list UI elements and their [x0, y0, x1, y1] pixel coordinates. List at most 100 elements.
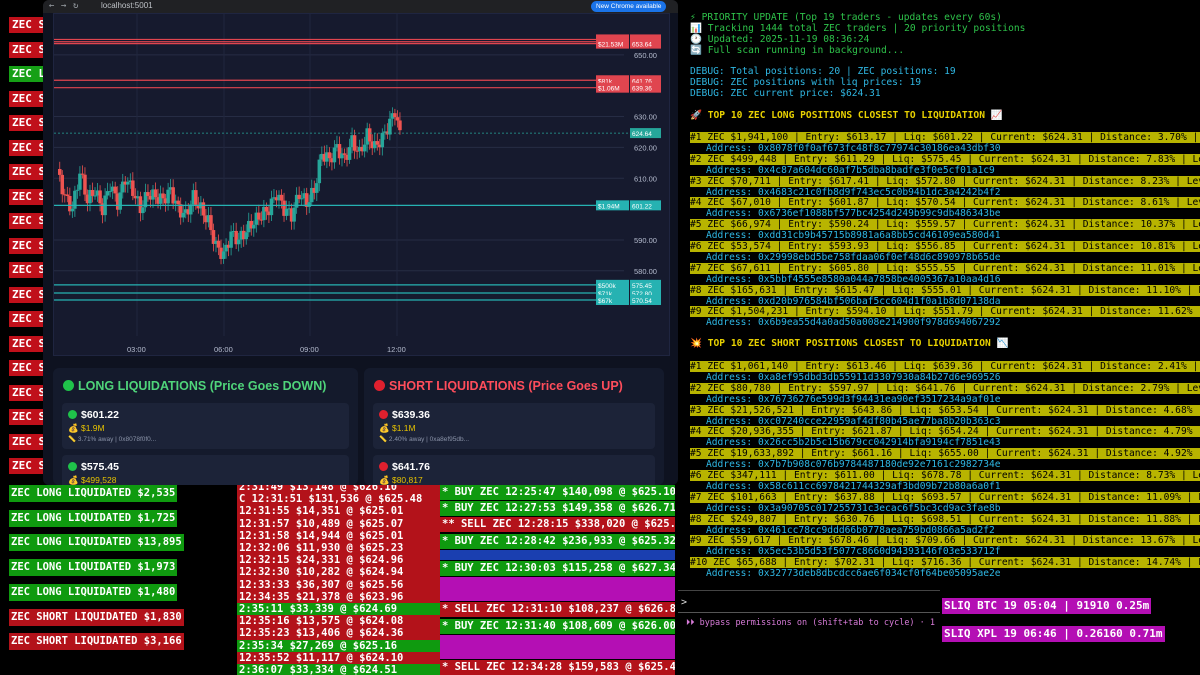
liquidation-strip: ZEC SH ZEC SH ZEC LO ZEC SH ZEC SH ZEC SH ZEC …	[0, 0, 48, 485]
short-position-address: Address: 0xc07240cce22959af4df80b45ae77b…	[706, 415, 1001, 427]
chrome-update-button[interactable]: New Chrome available	[591, 1, 667, 12]
cli-prompt[interactable]: >	[681, 597, 687, 608]
forward-icon[interactable]: →	[61, 0, 66, 13]
candle-body	[269, 198, 274, 216]
long-position-row[interactable]: #5 ZEC $66,974 | Entry: $590.24 | Liq: $…	[690, 219, 1200, 231]
candle-body	[257, 212, 261, 220]
trade-feed-item: 12:35:23 $13,406 @ $624.36	[237, 627, 440, 641]
current-price-label: 624.64	[632, 131, 652, 138]
short-liquidations-panel: SHORT LIQUIDATIONS (Price Goes UP) $639.…	[364, 368, 664, 485]
liq-feed-item: ZEC SHORT LIQUIDATED $1,830	[9, 608, 184, 626]
whale-feed: * BUY ZEC 12:25:47 $140,098 @ $625.10 * B…	[440, 485, 675, 675]
short-position-row[interactable]: #3 ZEC $21,526,521 | Entry: $643.86 | Li…	[690, 404, 1200, 416]
price-tick-label: 630.00	[634, 113, 657, 122]
long-position-row[interactable]: #8 ZEC $165,631 | Entry: $615.47 | Liq: …	[690, 284, 1200, 296]
short-position-address: Address: 0x32773deb8dbcdcc6ae6f034cf0f64…	[706, 568, 1001, 580]
whale-feed-item: * BUY ZEC 12:28:42 $236,933 @ $625.32	[440, 533, 675, 549]
candle-body	[292, 207, 296, 222]
browser-toolbar: ← → ↻ localhost:5001 New Chrome availabl…	[43, 0, 678, 13]
sliq-item: SLIQ BTC 19 05:04 | 91910 0.25m	[942, 598, 1152, 614]
whale-feed-item: * SELL ZEC 12:34:28 $159,583 @ $625.4	[440, 660, 675, 675]
long-liq-card[interactable]: $575.45 💰 $499,528	[62, 455, 349, 485]
debug-line: DEBUG: Total positions: 20 | ZEC positio…	[690, 66, 956, 77]
level-size-label: $1.06M	[598, 86, 620, 93]
long-position-row[interactable]: #2 ZEC $499,448 | Entry: $611.29 | Liq: …	[690, 153, 1200, 165]
terminal-header-line: 🔄 Full scan running in background...	[690, 45, 904, 56]
short-panel-title: SHORT LIQUIDATIONS (Price Goes UP)	[389, 379, 623, 393]
candle-body	[83, 174, 87, 195]
trade-feed-item: 12:35:16 $13,575 @ $624.08	[237, 615, 440, 629]
long-position-address: Address: 0x29998ebd5be758fdaa06f0ef48d6c…	[706, 252, 1001, 263]
card-price: $601.22	[81, 409, 119, 421]
candle-body	[73, 190, 77, 209]
liq-feed-item: ZEC LONG LIQUIDATED $1,480	[9, 583, 178, 601]
short-position-row[interactable]: #10 ZEC $65,688 | Entry: $702.31 | Liq: …	[690, 557, 1200, 569]
candle-body	[181, 212, 185, 218]
ruler-icon: 📏	[379, 436, 388, 443]
back-icon[interactable]: ←	[49, 0, 54, 13]
long-position-row[interactable]: #9 ZEC $1,504,231 | Entry: $594.10 | Liq…	[690, 306, 1200, 318]
long-position-row[interactable]: #4 ZEC $67,010 | Entry: $601.87 | Liq: $…	[690, 197, 1200, 209]
price-tick-label: 590.00	[634, 236, 657, 245]
browser-window: ← → ↻ localhost:5001 New Chrome availabl…	[43, 0, 678, 485]
short-liq-card[interactable]: $639.36 💰 $1.1M 📏 2.40% away | 0xa8ef95d…	[373, 403, 655, 449]
short-position-row[interactable]: #2 ZEC $80,780 | Entry: $597.97 | Liq: $…	[690, 382, 1200, 394]
candle-body	[229, 231, 233, 248]
header-text: PRIORITY UPDATE (Top 19 traders - update…	[701, 12, 1002, 23]
long-position-row[interactable]: #6 ZEC $53,574 | Entry: $593.93 | Liq: $…	[690, 241, 1200, 252]
card-amount: $80,817	[391, 475, 423, 485]
candle-body	[332, 147, 337, 163]
candle-body	[146, 192, 150, 196]
long-liq-card[interactable]: $601.22 💰 $1.9M 📏 3.71% away | 0x8078f0f…	[62, 403, 349, 449]
sliq-feed: SLIQ BTC 19 05:04 | 91910 0.25m SLIQ XPL …	[940, 590, 1200, 675]
short-position-row[interactable]: #4 ZEC $20,936,355 | Entry: $621.87 | Li…	[690, 426, 1200, 438]
card-amount: $1.9M	[80, 423, 105, 433]
trade-feed-item: 2:36:07 $33,334 @ $624.51	[237, 664, 440, 675]
candle-body	[118, 192, 122, 210]
card-amount-row: 💰 $1.9M	[68, 423, 105, 434]
short-liq-card[interactable]: $641.76 💰 $80,817	[373, 455, 655, 485]
liquidation-feed: ZEC LONG LIQUIDATED $2,535 ZEC LONG LIQUI…	[0, 485, 237, 675]
address-bar[interactable]: localhost:5001	[101, 1, 153, 10]
whale-feed-item	[440, 549, 675, 560]
trade-feed-item: 12:33:33 $36,307 @ $625.56	[237, 578, 440, 592]
whale-feed-item: * BUY ZEC 12:25:47 $140,098 @ $625.10	[440, 485, 675, 500]
long-position-address: Address: 0x8078f0f0af673fc48f8c77974c301…	[706, 143, 1001, 154]
candle-body	[176, 200, 180, 205]
status-icon: ⚡	[690, 12, 696, 23]
candle-body	[327, 152, 332, 159]
sliq-item: SLIQ XPL 19 06:46 | 0.26160 0.71m	[942, 626, 1165, 642]
cli-terminal[interactable]: > ⏵⏵ bypass permissions on (shift+tab to…	[678, 590, 940, 675]
candle-body	[209, 215, 213, 231]
candle-body	[236, 239, 241, 245]
card-detail-row: 📏 3.71% away | 0x8078f0f0...	[68, 435, 156, 443]
reload-icon[interactable]: ↻	[73, 0, 78, 13]
short-position-row[interactable]: #5 ZEC $19,633,892 | Entry: $661.16 | Li…	[690, 448, 1200, 460]
price-tick-label: 610.00	[634, 174, 657, 183]
short-position-row[interactable]: #6 ZEC $347,111 | Entry: $611.00 | Liq: …	[690, 470, 1200, 481]
terminal-header-line: ⚡ PRIORITY UPDATE (Top 19 traders - upda…	[690, 12, 1002, 23]
header-text: Full scan running in background...	[707, 45, 905, 56]
money-bag-icon: 💰	[68, 475, 79, 485]
green-dot-icon	[63, 380, 74, 391]
liq-feed-item: ZEC SHORT LIQUIDATED $3,166	[9, 633, 184, 651]
candle-body	[60, 174, 65, 195]
candle-body	[166, 189, 170, 204]
whale-feed-item	[440, 634, 675, 659]
long-position-row[interactable]: #1 ZEC $1,941,100 | Entry: $613.17 | Liq…	[690, 132, 1200, 143]
price-chart[interactable]: 650.00 630.00 620.00 610.00 590.00 580.00 03:0…	[53, 13, 670, 356]
money-bag-icon: 💰	[379, 475, 390, 485]
short-position-row[interactable]: #1 ZEC $1,061,140 | Entry: $613.46 | Liq…	[690, 361, 1200, 372]
candle-body	[78, 173, 82, 190]
time-tick-label: 03:00	[127, 345, 146, 354]
money-bag-icon: 💰	[379, 423, 390, 433]
short-position-row[interactable]: #7 ZEC $101,663 | Entry: $637.88 | Liq: …	[690, 491, 1200, 503]
long-position-row[interactable]: #3 ZEC $70,711 | Entry: $617.41 | Liq: $…	[690, 175, 1200, 187]
candle-body	[216, 240, 221, 248]
short-position-row[interactable]: #9 ZEC $59,617 | Entry: $678.46 | Liq: $…	[690, 535, 1200, 547]
short-position-row[interactable]: #8 ZEC $249,807 | Entry: $630.76 | Liq: …	[690, 513, 1200, 525]
liq-feed-item: ZEC LONG LIQUIDATED $13,895	[9, 534, 184, 552]
candle-body	[201, 202, 206, 216]
long-position-row[interactable]: #7 ZEC $67,611 | Entry: $605.80 | Liq: $…	[690, 262, 1200, 274]
trade-feed-item: 2:35:34 $27,269 @ $625.16	[237, 639, 440, 653]
